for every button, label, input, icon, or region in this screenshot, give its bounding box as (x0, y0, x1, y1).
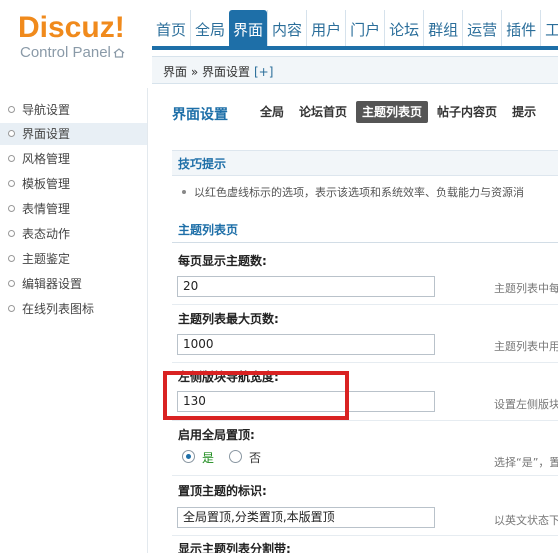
nav-tools[interactable]: 工 (540, 10, 558, 46)
global-sticky-help: 选择“是”，置 (494, 456, 558, 469)
sidebar-item-reaction-actions[interactable]: 表态动作 (0, 223, 147, 245)
global-sticky-no-label[interactable]: 否 (249, 449, 261, 466)
sidebar-item-label: 编辑器设置 (22, 277, 83, 291)
logo-sub: Control Panel (20, 44, 125, 62)
breadcrumb-text: 界面 » 界面设置 (163, 65, 250, 79)
left-nav-width-input[interactable]: 130 (177, 391, 435, 412)
global-sticky-no-radio[interactable] (229, 450, 242, 463)
tips-title: 技巧提示 (172, 150, 558, 176)
main-content: 界面设置 全局 论坛首页 主题列表页 帖子内容页 提示 技巧提示 以红色虚线标示… (148, 88, 558, 553)
nav-interface[interactable]: 界面 (229, 10, 268, 46)
global-sticky-yes-radio[interactable] (182, 450, 195, 463)
list-separator-label: 显示主题列表分割带: (178, 542, 291, 553)
threads-per-page-help: 主题列表中每 (494, 282, 558, 295)
left-nav-width-label: 左侧版块导航宽度: (178, 370, 279, 384)
bullet-icon (8, 205, 15, 212)
row-divider (172, 420, 558, 421)
row-divider (172, 475, 558, 476)
left-nav-width-help: 设置左侧版块 (494, 398, 558, 411)
sub-tabs: 全局 论坛首页 主题列表页 帖子内容页 提示 (254, 101, 545, 123)
global-sticky-yes-label[interactable]: 是 (202, 449, 214, 466)
tab-global[interactable]: 全局 (254, 101, 290, 123)
breadcrumb-bar: 界面 » 界面设置 [+] (152, 56, 558, 84)
max-pages-help: 主题列表中用 (494, 340, 558, 353)
global-sticky-label: 启用全局置顶: (178, 428, 255, 442)
logo-sub-text: Control Panel (20, 44, 111, 61)
breadcrumb: 界面 » 界面设置 [+] (163, 63, 273, 80)
home-icon (113, 48, 125, 58)
tab-thread-list[interactable]: 主题列表页 (356, 101, 429, 123)
sidebar-item-emoticon-manage[interactable]: 表情管理 (0, 198, 147, 220)
sidebar-item-online-list-icons[interactable]: 在线列表图标 (0, 298, 147, 320)
nav-users[interactable]: 用户 (306, 10, 345, 46)
bullet-icon (8, 305, 15, 312)
threads-per-page-label: 每页显示主题数: (178, 254, 267, 268)
max-pages-input[interactable]: 1000 (177, 334, 435, 355)
bullet-icon (8, 106, 15, 113)
nav-plugins[interactable]: 插件 (501, 10, 540, 46)
bullet-icon (182, 190, 186, 194)
nav-underline (152, 46, 558, 50)
sticky-marks-label: 置顶主题的标识: (178, 484, 267, 498)
nav-content[interactable]: 内容 (267, 10, 306, 46)
logo-main: Discuz! (18, 11, 125, 44)
sidebar-item-label: 表情管理 (22, 202, 71, 216)
row-divider (172, 535, 558, 536)
header: Discuz! Control Panel 首页 全局 界面 内容 用户 门户 … (0, 0, 558, 88)
nav-home[interactable]: 首页 (152, 10, 190, 46)
sidebar-item-label: 表态动作 (22, 227, 71, 241)
nav-portal[interactable]: 门户 (345, 10, 384, 46)
breadcrumb-add-button[interactable]: [+] (254, 65, 273, 79)
bullet-icon (8, 155, 15, 162)
row-divider (172, 362, 558, 363)
logo[interactable]: Discuz! Control Panel (18, 10, 148, 70)
nav-forum[interactable]: 论坛 (384, 10, 423, 46)
section-title: 主题列表页 (172, 217, 558, 243)
bullet-icon (8, 180, 15, 187)
sidebar-item-label: 在线列表图标 (22, 302, 95, 316)
sidebar-item-label: 主题鉴定 (22, 252, 71, 266)
sidebar-item-thread-stamps[interactable]: 主题鉴定 (0, 248, 147, 270)
nav-operations[interactable]: 运营 (462, 10, 501, 46)
bullet-icon (8, 130, 15, 137)
tab-forum-home[interactable]: 论坛首页 (293, 101, 353, 123)
page-title: 界面设置 (172, 107, 228, 123)
threads-per-page-input[interactable]: 20 (177, 276, 435, 297)
sticky-marks-input[interactable]: 全局置顶,分类置顶,本版置顶 (177, 507, 435, 528)
sidebar-item-style-manage[interactable]: 风格管理 (0, 148, 147, 170)
tab-prompt[interactable]: 提示 (506, 101, 542, 123)
bullet-icon (8, 230, 15, 237)
sidebar-item-template-manage[interactable]: 模板管理 (0, 173, 147, 195)
row-divider (172, 304, 558, 305)
sidebar-item-label: 导航设置 (22, 103, 71, 117)
tips-text-content: 以红色虚线标示的选项，表示该选项和系统效率、负载能力与资源消 (194, 186, 524, 199)
top-nav: 首页 全局 界面 内容 用户 门户 论坛 群组 运营 插件 工 (152, 10, 558, 46)
sidebar-item-label: 模板管理 (22, 177, 71, 191)
sidebar-item-editor-settings[interactable]: 编辑器设置 (0, 273, 147, 295)
sidebar-item-label: 风格管理 (22, 152, 71, 166)
bullet-icon (8, 255, 15, 262)
sidebar: 导航设置 界面设置 风格管理 模板管理 表情管理 表态动作 主题鉴定 编辑器设置… (0, 88, 148, 553)
sidebar-item-interface-settings[interactable]: 界面设置 (0, 123, 147, 145)
sidebar-item-nav-settings[interactable]: 导航设置 (0, 99, 147, 121)
tips-text: 以红色虚线标示的选项，表示该选项和系统效率、负载能力与资源消 (182, 184, 524, 200)
bullet-icon (8, 280, 15, 287)
nav-global[interactable]: 全局 (190, 10, 229, 46)
sidebar-item-label: 界面设置 (22, 127, 71, 141)
sticky-marks-help: 以英文状态下 (494, 514, 558, 527)
max-pages-label: 主题列表最大页数: (178, 312, 279, 326)
nav-groups[interactable]: 群组 (423, 10, 462, 46)
tab-post-content[interactable]: 帖子内容页 (431, 101, 503, 123)
